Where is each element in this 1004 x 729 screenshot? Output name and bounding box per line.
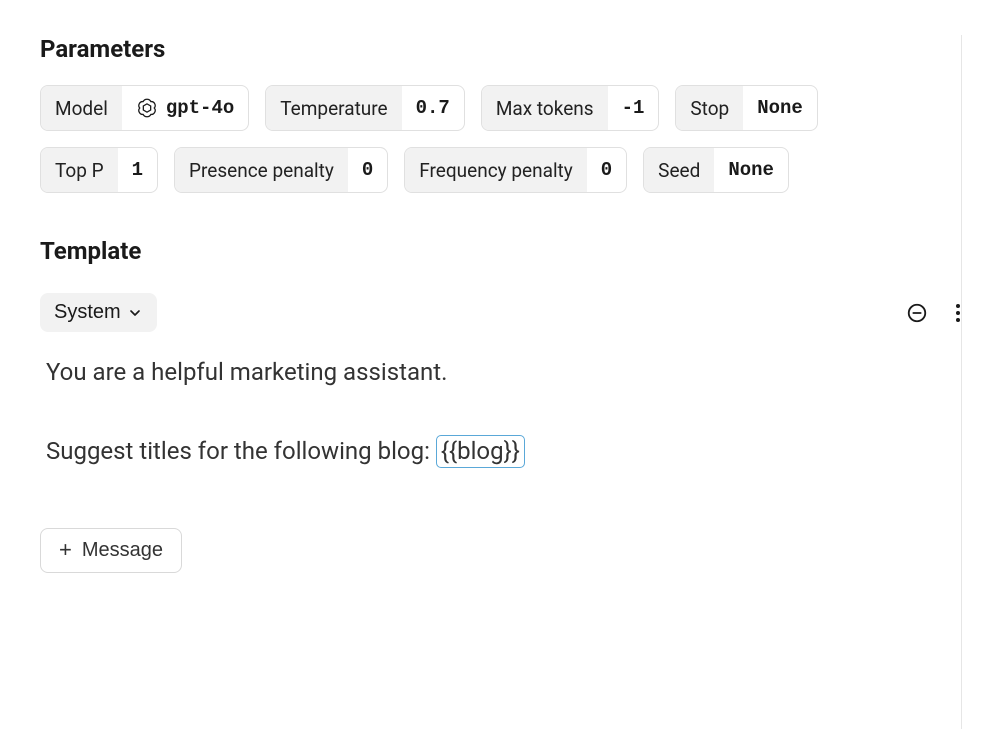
param-temperature-label: Temperature (266, 86, 401, 130)
param-presence-penalty[interactable]: Presence penalty 0 (174, 147, 388, 193)
message-header-row: System (40, 293, 964, 332)
role-selector[interactable]: System (40, 293, 157, 332)
param-max-tokens-label: Max tokens (482, 86, 608, 130)
param-stop-label: Stop (676, 86, 743, 130)
parameters-row-2: Top P 1 Presence penalty 0 Frequency pen… (40, 147, 964, 193)
remove-message-button[interactable] (902, 298, 932, 328)
template-heading: Template (40, 237, 964, 265)
param-model-value: gpt-4o (122, 86, 248, 130)
param-frequency-penalty-label: Frequency penalty (405, 148, 586, 192)
param-frequency-penalty[interactable]: Frequency penalty 0 (404, 147, 627, 193)
param-max-tokens[interactable]: Max tokens -1 (481, 85, 660, 131)
role-label: System (54, 301, 121, 324)
more-options-button[interactable] (952, 300, 964, 326)
chevron-down-icon (127, 305, 143, 321)
add-message-label: Message (82, 539, 163, 562)
param-max-tokens-value: -1 (608, 86, 659, 130)
param-temperature-value: 0.7 (402, 86, 464, 130)
param-stop-value: None (743, 86, 817, 130)
dots-vertical-icon (956, 304, 960, 322)
system-message-content[interactable]: You are a helpful marketing assistant. S… (46, 352, 964, 472)
param-temperature[interactable]: Temperature 0.7 (265, 85, 465, 131)
param-top-p[interactable]: Top P 1 (40, 147, 158, 193)
message-line-2: Suggest titles for the following blog: {… (46, 431, 964, 472)
param-seed-label: Seed (644, 148, 714, 192)
param-presence-penalty-value: 0 (348, 148, 387, 192)
param-frequency-penalty-value: 0 (587, 148, 626, 192)
param-model[interactable]: Model gpt-4o (40, 85, 249, 131)
parameters-row-1: Model gpt-4o Temperature 0.7 Max tokens … (40, 85, 964, 131)
minus-circle-icon (906, 302, 928, 324)
parameters-heading: Parameters (40, 35, 964, 63)
add-message-button[interactable]: + Message (40, 528, 182, 573)
right-divider (961, 35, 962, 729)
message-line-1: You are a helpful marketing assistant. (46, 352, 964, 393)
openai-icon (136, 97, 158, 119)
param-seed[interactable]: Seed None (643, 147, 789, 193)
param-top-p-value: 1 (118, 148, 157, 192)
param-seed-value: None (714, 148, 788, 192)
param-stop[interactable]: Stop None (675, 85, 817, 131)
plus-icon: + (59, 539, 72, 561)
template-variable-blog[interactable]: {{blog}} (436, 435, 525, 468)
message-actions (902, 298, 964, 328)
param-presence-penalty-label: Presence penalty (175, 148, 348, 192)
param-model-label: Model (41, 86, 122, 130)
param-top-p-label: Top P (41, 148, 118, 192)
